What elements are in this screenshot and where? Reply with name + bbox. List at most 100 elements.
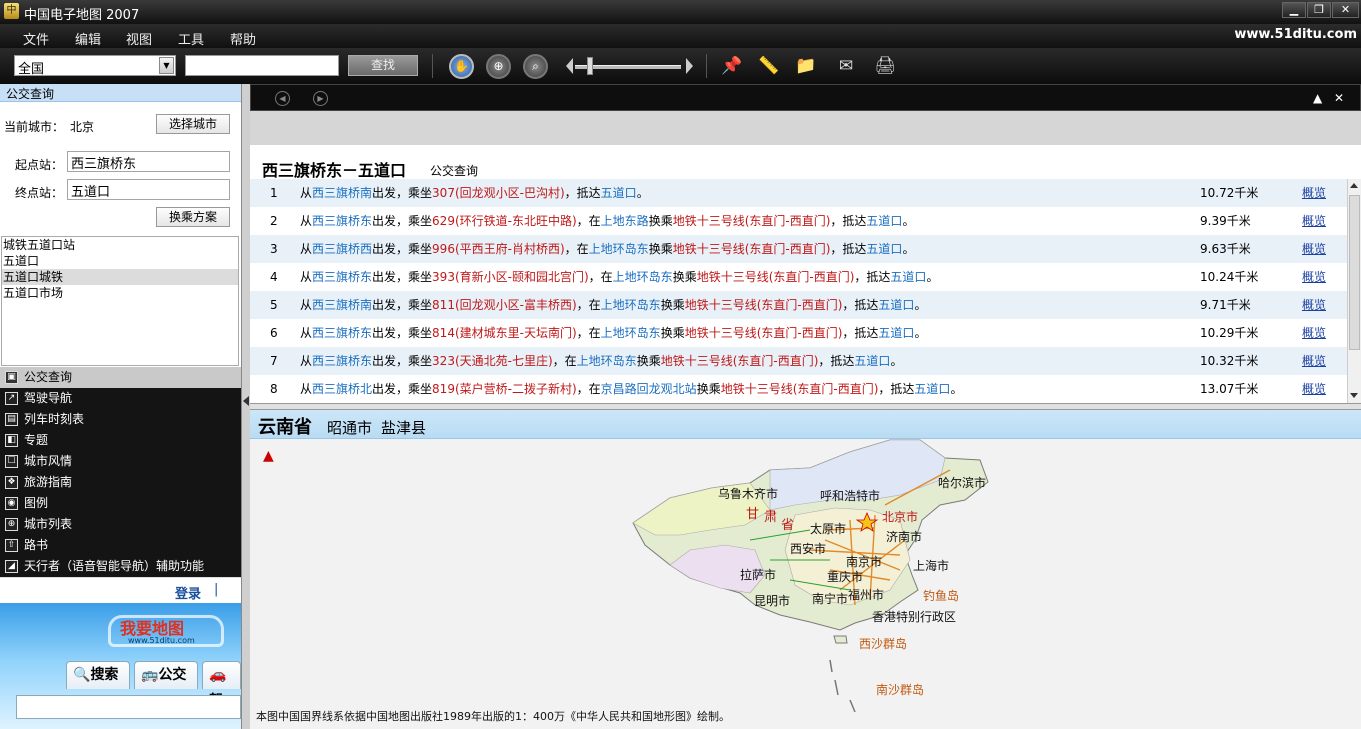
station-list-item[interactable]: 五道口城铁: [2, 269, 238, 285]
maximize-pane-icon[interactable]: ▲: [1313, 91, 1322, 105]
nav-item[interactable]: ↗ 驾驶导航: [0, 388, 241, 409]
zoom-out-arrow-icon[interactable]: [566, 58, 573, 74]
station-link[interactable]: 五道口: [890, 270, 926, 284]
nav-item[interactable]: ◉ 图例: [0, 493, 241, 514]
scroll-thumb[interactable]: [1349, 195, 1360, 350]
overview-link[interactable]: 概览: [1302, 207, 1326, 235]
promo-banner[interactable]: 我要地图 www.51ditu.com 🔍搜索 🚌公交 🚗驾: [0, 603, 241, 729]
station-link[interactable]: 上地环岛东: [601, 326, 661, 340]
station-link[interactable]: 西三旗桥东: [312, 354, 372, 368]
station-link[interactable]: 西三旗桥南: [312, 186, 372, 200]
line-link[interactable]: 819(菜户营桥-二拨子新村): [432, 382, 577, 396]
print-icon[interactable]: 🖨: [874, 55, 896, 77]
nav-item[interactable]: ◧ 专题: [0, 430, 241, 451]
route-row[interactable]: 3 从西三旗桥西出发，乘坐996(平西王府-肖村桥西)，在上地环岛东换乘地铁十三号…: [250, 235, 1347, 263]
nav-item[interactable]: ◢ 天行者（语音智能导航）辅助功能: [0, 556, 241, 577]
station-link[interactable]: 上地环岛东: [601, 298, 661, 312]
station-list-item[interactable]: 五道口市场: [2, 285, 238, 301]
end-station-field[interactable]: 五道口: [67, 179, 230, 200]
search-map-icon[interactable]: ⌕: [523, 54, 548, 79]
station-link[interactable]: 京昌路回龙观北站: [601, 382, 697, 396]
tab-drive[interactable]: 🚗驾: [202, 661, 241, 709]
line-link[interactable]: 地铁十三号线(东直门-西直门): [721, 382, 879, 396]
station-link[interactable]: 五道口: [878, 298, 914, 312]
site-url[interactable]: www.51ditu.com: [1234, 27, 1357, 42]
line-link[interactable]: 323(天通北苑-七里庄): [432, 354, 553, 368]
station-link[interactable]: 上地东路: [601, 214, 649, 228]
zoom-slider-thumb[interactable]: [587, 57, 593, 75]
line-link[interactable]: 地铁十三号线(东直门-西直门): [685, 326, 843, 340]
send-icon[interactable]: ✉: [835, 55, 857, 77]
tab-search[interactable]: 🔍搜索: [66, 661, 130, 689]
route-row[interactable]: 7 从西三旗桥东出发，乘坐323(天通北苑-七里庄)，在上地环岛东换乘地铁十三号线…: [250, 347, 1347, 375]
line-link[interactable]: 307(回龙观小区-巴沟村): [432, 186, 565, 200]
zoom-in-arrow-icon[interactable]: [686, 58, 693, 74]
menu-help[interactable]: 帮助: [230, 29, 256, 48]
route-row[interactable]: 8 从西三旗桥北出发，乘坐819(菜户营桥-二拨子新村)，在京昌路回龙观北站换乘地…: [250, 375, 1347, 403]
find-button[interactable]: 查找: [348, 55, 418, 76]
nav-item[interactable]: ▣ 公交查询: [0, 367, 241, 388]
minimize-icon[interactable]: ▁: [1282, 2, 1306, 18]
station-link[interactable]: 上地环岛东: [589, 242, 649, 256]
menu-edit[interactable]: 编辑: [75, 29, 101, 48]
tab-bus[interactable]: 🚌公交: [134, 661, 198, 689]
horizontal-splitter[interactable]: [250, 403, 1361, 410]
station-link[interactable]: 西三旗桥南: [312, 298, 372, 312]
station-link[interactable]: 上地环岛东: [577, 354, 637, 368]
station-link[interactable]: 西三旗桥东: [312, 214, 372, 228]
route-row[interactable]: 5 从西三旗桥南出发，乘坐811(回龙观小区-富丰桥西)，在上地环岛东换乘地铁十三…: [250, 291, 1347, 319]
overview-link[interactable]: 概览: [1302, 291, 1326, 319]
vertical-splitter[interactable]: [241, 84, 250, 729]
forward-icon[interactable]: ▶: [313, 91, 328, 106]
scroll-up-icon[interactable]: [1350, 183, 1358, 188]
close-icon[interactable]: ✕: [1332, 2, 1359, 18]
nav-item[interactable]: ☐ 城市风情: [0, 451, 241, 472]
menu-file[interactable]: 文件: [23, 29, 49, 48]
transfer-plan-button[interactable]: 换乘方案: [156, 207, 230, 227]
scroll-down-icon[interactable]: [1350, 393, 1358, 398]
station-link[interactable]: 五道口: [854, 354, 890, 368]
login-link[interactable]: 登录: [175, 583, 201, 602]
line-link[interactable]: 地铁十三号线(东直门-西直门): [661, 354, 819, 368]
station-link[interactable]: 西三旗桥西: [312, 242, 372, 256]
menu-view[interactable]: 视图: [126, 29, 152, 48]
line-link[interactable]: 629(环行铁道-东北旺中路): [432, 214, 577, 228]
line-link[interactable]: 地铁十三号线(东直门-西直门): [673, 214, 831, 228]
route-row[interactable]: 2 从西三旗桥东出发，乘坐629(环行铁道-东北旺中路)，在上地东路换乘地铁十三号…: [250, 207, 1347, 235]
collapse-arrow-icon[interactable]: [243, 396, 249, 406]
station-link[interactable]: 上地环岛东: [613, 270, 673, 284]
route-row[interactable]: 4 从西三旗桥东出发，乘坐393(育新小区-颐和园北宫门)，在上地环岛东换乘地铁十…: [250, 263, 1347, 291]
zoom-icon[interactable]: ⊕: [486, 54, 511, 79]
station-link[interactable]: 五道口: [878, 326, 914, 340]
nav-item[interactable]: ⊕ 城市列表: [0, 514, 241, 535]
search-input[interactable]: [185, 55, 339, 76]
station-list[interactable]: 城铁五道口站 五道口 五道口城铁 五道口市场: [1, 236, 239, 366]
close-pane-icon[interactable]: ✕: [1334, 91, 1344, 105]
start-station-field[interactable]: 西三旗桥东: [67, 151, 230, 172]
back-icon[interactable]: ◀: [275, 91, 290, 106]
line-link[interactable]: 811(回龙观小区-富丰桥西): [432, 298, 577, 312]
menu-tools[interactable]: 工具: [178, 29, 204, 48]
line-link[interactable]: 地铁十三号线(东直门-西直门): [697, 270, 855, 284]
results-scrollbar[interactable]: [1347, 179, 1361, 403]
line-link[interactable]: 814(建材城东里-天坛南门): [432, 326, 577, 340]
station-link[interactable]: 西三旗桥北: [312, 382, 372, 396]
station-link[interactable]: 西三旗桥东: [312, 326, 372, 340]
route-row[interactable]: 1 从西三旗桥南出发，乘坐307(回龙观小区-巴沟村)，抵达五道口。 10.72千米…: [250, 179, 1347, 207]
nav-item[interactable]: ▤ 列车时刻表: [0, 409, 241, 430]
choose-city-button[interactable]: 选择城市: [156, 114, 230, 134]
restore-icon[interactable]: ❐: [1307, 2, 1331, 18]
pan-hand-icon[interactable]: ✋: [449, 54, 474, 79]
map-view[interactable]: 云南省 昭通市 盐津县 ▲ 乌鲁木齐市 呼和浩特市 哈尔滨市 甘 肃 省 北京市…: [250, 410, 1361, 729]
route-row[interactable]: 6 从西三旗桥东出发，乘坐814(建材城东里-天坛南门)，在上地环岛东换乘地铁十三…: [250, 319, 1347, 347]
line-link[interactable]: 393(育新小区-颐和园北宫门): [432, 270, 589, 284]
overview-link[interactable]: 概览: [1302, 235, 1326, 263]
folder-icon[interactable]: 📁: [795, 55, 817, 77]
overview-link[interactable]: 概览: [1302, 319, 1326, 347]
overview-link[interactable]: 概览: [1302, 375, 1326, 403]
city-select[interactable]: 全国 ▼: [14, 55, 176, 77]
overview-link[interactable]: 概览: [1302, 179, 1326, 207]
station-link[interactable]: 五道口: [866, 214, 902, 228]
ruler-icon[interactable]: 📏: [758, 55, 780, 77]
line-link[interactable]: 地铁十三号线(东直门-西直门): [685, 298, 843, 312]
